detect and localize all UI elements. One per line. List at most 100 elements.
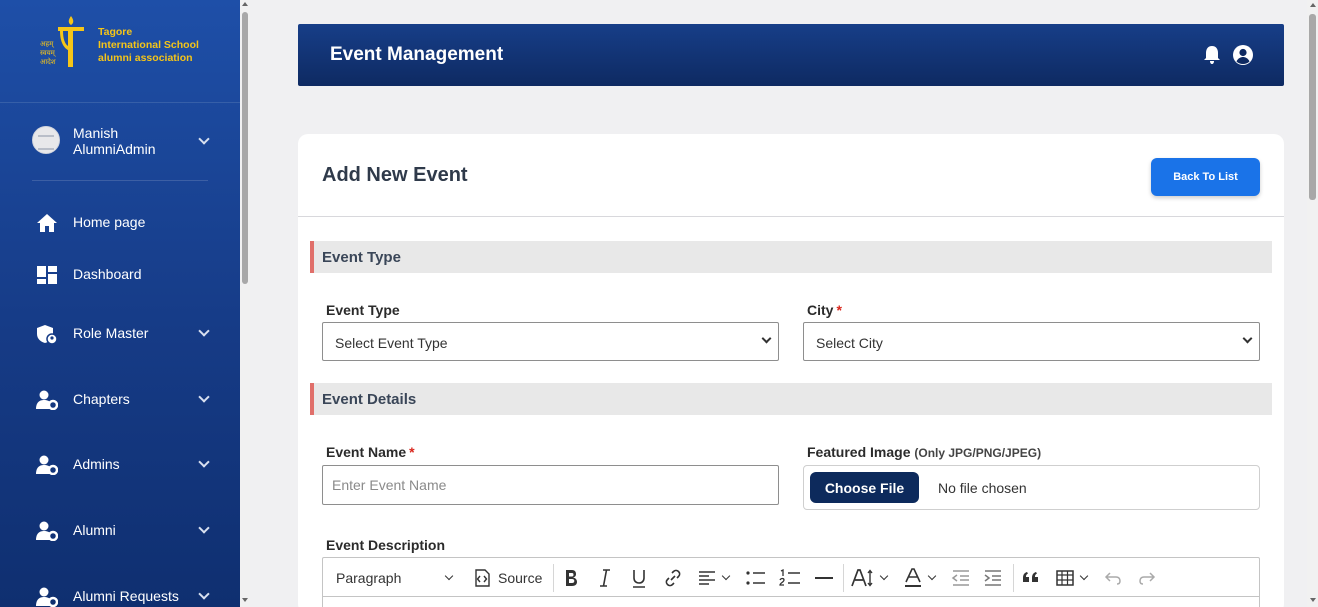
sidebar-item-home[interactable]: Home page — [36, 211, 216, 235]
choose-file-button[interactable]: Choose File — [810, 472, 919, 503]
page-scrollbar[interactable] — [1307, 0, 1318, 607]
logo-line-3: alumni association — [98, 52, 193, 64]
section-header-event-details: Event Details — [310, 383, 1272, 415]
featured-image-hint: (Only JPG/PNG/JPEG) — [914, 446, 1042, 460]
logo-hindi-line-3: आदेश — [40, 59, 56, 66]
align-dropdown[interactable] — [697, 566, 733, 590]
home-icon — [37, 214, 57, 232]
font-size-icon — [851, 569, 873, 587]
sidebar-item-label: Chapters — [73, 391, 130, 407]
section-header-event-type: Event Type — [310, 241, 1272, 273]
top-header: Event Management — [298, 24, 1284, 86]
align-left-icon — [699, 571, 715, 585]
page-scrollbar-thumb[interactable] — [1309, 14, 1316, 200]
event-description-label: Event Description — [326, 537, 445, 553]
toolbar-separator — [1013, 564, 1014, 592]
bulleted-list-icon[interactable] — [745, 566, 767, 590]
chevron-down-icon — [1079, 571, 1089, 581]
block-quote-icon[interactable] — [1021, 566, 1041, 590]
underline-icon[interactable] — [629, 566, 649, 590]
user-name: Manish AlumniAdmin — [73, 125, 155, 157]
chevron-down-icon — [721, 571, 731, 581]
sidebar-scrollbar-thumb[interactable] — [242, 12, 248, 284]
source-button[interactable]: Source — [473, 566, 543, 590]
featured-image-file-input[interactable]: Choose File No file chosen — [803, 465, 1260, 510]
bold-icon[interactable] — [561, 566, 581, 590]
sidebar-item-admins[interactable]: Admins — [36, 453, 216, 477]
italic-icon[interactable] — [595, 566, 615, 590]
user-gear-icon — [36, 455, 58, 475]
undo-icon[interactable] — [1103, 566, 1123, 590]
user-divider — [32, 180, 208, 181]
logo-line-2: International School — [98, 39, 199, 51]
user-menu[interactable]: Manish AlumniAdmin — [32, 125, 222, 161]
toolbar-separator — [843, 564, 844, 592]
sidebar-item-role-master[interactable]: Role Master — [36, 322, 216, 346]
chevron-down-icon — [198, 588, 210, 600]
event-description-label-text: Event Description — [326, 537, 446, 553]
sidebar-item-alumni[interactable]: Alumni — [36, 519, 216, 543]
logo-text: Tagore International School alumni assoc… — [98, 26, 199, 65]
font-size-dropdown[interactable] — [851, 566, 891, 590]
logo-hindi-text: अहम् स्वयम् आदेश — [40, 40, 56, 67]
sidebar-item-chapters[interactable]: Chapters — [36, 388, 216, 412]
user-first-name: Manish — [73, 125, 119, 141]
user-gear-icon — [36, 587, 58, 607]
city-select[interactable]: Select City — [803, 322, 1260, 361]
file-status: No file chosen — [938, 480, 1027, 496]
add-event-card: Add New Event Back To List Event Type Ev… — [298, 134, 1284, 607]
chevron-down-icon — [198, 522, 210, 534]
chevron-down-icon — [198, 391, 210, 403]
rich-text-editor[interactable]: Paragraph Source — [322, 557, 1260, 607]
event-type-label-text: Event Type — [326, 302, 400, 318]
featured-image-label-text: Featured Image — [807, 444, 911, 460]
table-icon — [1056, 570, 1074, 586]
font-color-dropdown[interactable] — [903, 566, 939, 590]
sidebar: अहम् स्वयम् आदेश Tagore International Sc… — [0, 0, 240, 607]
required-marker: * — [836, 302, 842, 318]
card-divider — [298, 216, 1284, 217]
chevron-down-icon — [198, 325, 210, 337]
user-circle-icon[interactable] — [1232, 44, 1254, 66]
back-to-list-button[interactable]: Back To List — [1151, 158, 1260, 196]
scroll-down-arrow-icon[interactable] — [242, 598, 248, 602]
event-type-select[interactable]: Select Event Type — [322, 322, 779, 361]
sidebar-item-label: Dashboard — [73, 266, 142, 282]
logo-hindi-line-2: स्वयम् — [40, 50, 55, 57]
numbered-list-icon[interactable] — [779, 566, 801, 590]
source-button-label: Source — [498, 570, 543, 586]
dashboard-icon — [37, 266, 57, 284]
city-label: City * — [807, 302, 842, 318]
horizontal-line-icon[interactable] — [813, 566, 835, 590]
chevron-down-icon — [198, 133, 210, 145]
sidebar-item-label: Admins — [73, 456, 120, 472]
insert-table-dropdown[interactable] — [1055, 566, 1091, 590]
school-logo[interactable]: अहम् स्वयम् आदेश Tagore International Sc… — [38, 14, 218, 70]
logo-line-1: Tagore — [98, 26, 133, 38]
scroll-up-arrow-icon[interactable] — [242, 2, 248, 6]
user-gear-icon — [36, 521, 58, 541]
user-gear-icon — [36, 390, 58, 410]
scroll-down-arrow-icon[interactable] — [1310, 598, 1316, 602]
scroll-up-arrow-icon[interactable] — [1310, 3, 1316, 7]
sidebar-scrollbar[interactable] — [240, 0, 250, 607]
bell-icon[interactable] — [1202, 45, 1222, 65]
paragraph-dropdown[interactable]: Paragraph — [336, 566, 456, 590]
event-name-label: Event Name * — [326, 444, 415, 460]
chevron-down-icon — [879, 571, 889, 581]
font-color-icon — [905, 568, 921, 587]
sidebar-divider — [0, 102, 240, 103]
sidebar-item-alumni-requests[interactable]: Alumni Requests — [36, 585, 216, 607]
outdent-icon[interactable] — [951, 566, 971, 590]
editor-toolbar: Paragraph Source — [323, 558, 1259, 597]
link-icon[interactable] — [663, 566, 683, 590]
sidebar-item-label: Home page — [73, 214, 146, 230]
sidebar-item-label: Alumni Requests — [73, 588, 179, 604]
sidebar-item-dashboard[interactable]: Dashboard — [36, 263, 216, 287]
event-name-label-text: Event Name — [326, 444, 407, 460]
indent-icon[interactable] — [983, 566, 1003, 590]
section-title: Event Details — [322, 391, 417, 408]
featured-image-label: Featured Image (Only JPG/PNG/JPEG) — [807, 444, 1041, 460]
event-name-input[interactable] — [322, 465, 779, 505]
redo-icon[interactable] — [1137, 566, 1157, 590]
